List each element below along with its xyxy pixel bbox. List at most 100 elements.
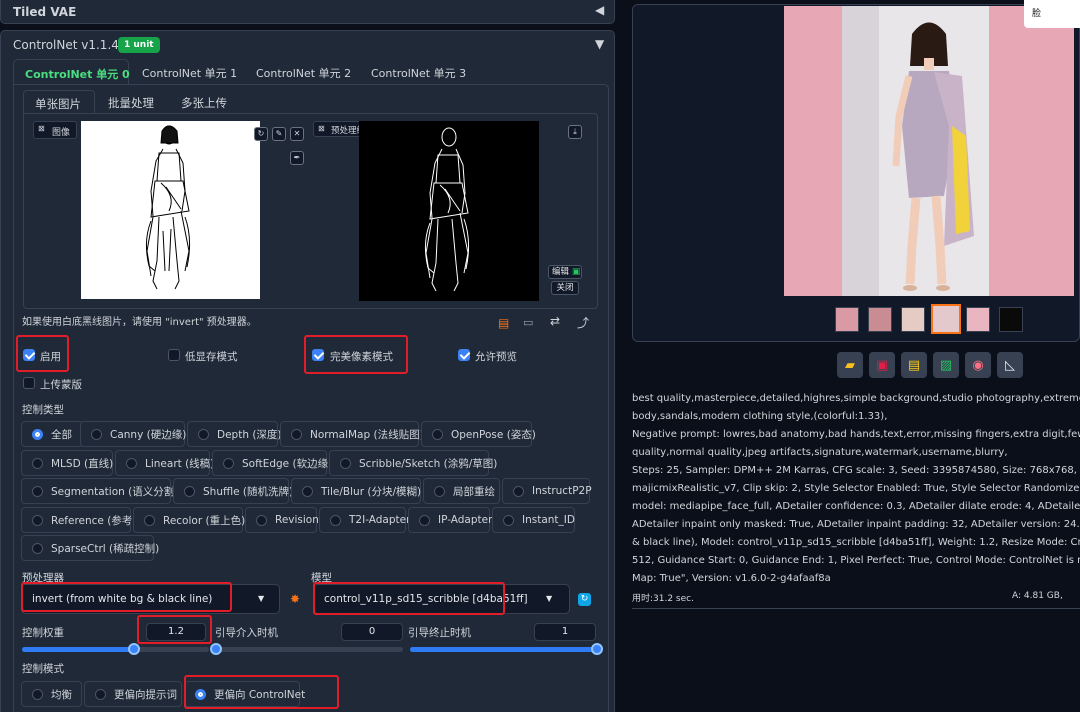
radio-icon	[32, 514, 43, 526]
control-type-normalmap[interactable]: NormalMap (法线贴图)	[280, 421, 424, 447]
control-type-reference[interactable]: Reference (参考)	[21, 507, 136, 533]
triangle-left-icon[interactable]: ◀	[595, 3, 604, 17]
control-type-scribble[interactable]: Scribble/Sketch (涂鸦/草图)	[329, 450, 497, 476]
document-icon[interactable]: ▤	[498, 316, 509, 330]
radio-icon	[291, 428, 302, 440]
archive-icon[interactable]: ▤	[901, 352, 927, 378]
gallery-thumbnail[interactable]	[999, 307, 1023, 332]
floating-popup[interactable]: 脸	[1024, 0, 1080, 28]
run-preprocessor-icon[interactable]: ✸	[290, 592, 300, 606]
refresh-icon[interactable]: ↻	[578, 593, 591, 606]
info-line: majicmixRealistic_v7, Clip skip: 2, Styl…	[632, 483, 1080, 494]
control-type-recolor[interactable]: Recolor (重上色)	[133, 507, 245, 533]
weight-slider-handle[interactable]	[128, 643, 140, 655]
control-type-depth[interactable]: Depth (深度)	[187, 421, 282, 447]
radio-icon	[503, 514, 514, 526]
eraser-icon[interactable]: ✎	[272, 127, 286, 141]
edit-button-label: 编辑	[552, 267, 570, 277]
swap-icon[interactable]: ⇄	[550, 314, 560, 328]
tab-unit-1[interactable]: ControlNet 单元 1	[142, 65, 237, 81]
camera-icon[interactable]: ▭	[523, 316, 533, 329]
control-type-instant-id[interactable]: Instant_ID	[492, 507, 575, 533]
control-type-segmentation-label: Segmentation (语义分割)	[51, 485, 179, 498]
close-preview-button[interactable]: 关闭	[551, 281, 579, 295]
tab-multi-upload[interactable]: 多张上传	[181, 95, 227, 111]
control-type-instructp2p[interactable]: InstructP2P	[502, 478, 592, 504]
tab-unit-0[interactable]: ControlNet 单元 0	[13, 59, 130, 85]
guidance-end-slider-fill	[410, 647, 597, 652]
brush-icon[interactable]: ✒	[290, 151, 304, 165]
control-type-shuffle-label: Shuffle (随机洗牌)	[203, 485, 294, 498]
control-type-t2i-adapter[interactable]: T2I-Adapter	[319, 507, 410, 533]
control-type-sparsectrl[interactable]: SparseCtrl (稀疏控制)	[21, 535, 159, 561]
tab-unit-3[interactable]: ControlNet 单元 3	[371, 65, 466, 81]
control-type-tile[interactable]: Tile/Blur (分块/模糊)	[291, 478, 421, 504]
control-mode-balanced[interactable]: 均衡	[21, 681, 82, 707]
info-line: & black line), Model: control_v11p_sd15_…	[632, 537, 1080, 548]
tab-single-image[interactable]: 单张图片	[23, 90, 95, 114]
control-type-openpose[interactable]: OpenPose (姿态)	[421, 421, 536, 447]
generation-time: 用时:31.2 sec.	[632, 594, 694, 604]
radio-icon	[434, 485, 445, 497]
radio-icon	[144, 514, 155, 526]
tiled-vae-accordion[interactable]: Tiled VAE ◀	[0, 0, 615, 24]
control-type-openpose-label: OpenPose (姿态)	[451, 428, 536, 441]
image-icon: ⊠	[318, 124, 325, 133]
gallery-thumbnail[interactable]	[835, 307, 859, 332]
guidance-end-slider-handle[interactable]	[591, 643, 603, 655]
radio-icon	[302, 485, 313, 497]
edit-button[interactable]: 编辑 ▣	[548, 265, 582, 279]
control-type-softedge[interactable]: SoftEdge (软边缘)	[212, 450, 332, 476]
vram-usage: A: 4.81 GB,	[1012, 591, 1063, 601]
control-type-scribble-label: Scribble/Sketch (涂鸦/草图)	[359, 457, 498, 470]
control-type-inpaint[interactable]: 局部重绘	[423, 478, 500, 504]
gallery-thumbnail-selected[interactable]	[931, 304, 961, 334]
palette-icon[interactable]: ◉	[965, 352, 991, 378]
ruler-icon[interactable]: ◺	[997, 352, 1023, 378]
control-mode-balanced-label: 均衡	[51, 688, 72, 701]
guidance-end-slider[interactable]	[410, 643, 603, 655]
guidance-start-slider[interactable]	[210, 643, 403, 655]
guidance-start-slider-handle[interactable]	[210, 643, 222, 655]
guidance-end-input[interactable]: 1	[534, 623, 596, 641]
control-type-ip-adapter[interactable]: IP-Adapter	[408, 507, 492, 533]
save-icon[interactable]: ▣	[869, 352, 895, 378]
low-vram-checkbox[interactable]	[168, 349, 180, 361]
guidance-start-input[interactable]: 0	[341, 623, 403, 641]
upload-mask-checkbox[interactable]	[23, 377, 35, 389]
control-type-shuffle[interactable]: Shuffle (随机洗牌)	[173, 478, 293, 504]
control-type-segmentation[interactable]: Segmentation (语义分割)	[21, 478, 178, 504]
input-image-label-text: 图像	[52, 128, 71, 138]
control-type-mlsd[interactable]: MLSD (直线)	[21, 450, 113, 476]
generated-image[interactable]	[784, 6, 1074, 296]
allow-preview-checkbox[interactable]	[458, 349, 470, 361]
control-type-revision[interactable]: Recolor (重上色)Revision	[245, 507, 319, 533]
gallery-thumbnail[interactable]	[868, 307, 892, 332]
weight-slider[interactable]	[22, 643, 209, 655]
rotate-icon[interactable]: ↻	[254, 127, 268, 141]
image-icon[interactable]: ▨	[933, 352, 959, 378]
control-type-tile-label: Tile/Blur (分块/模糊)	[321, 485, 422, 498]
gallery-thumbnail[interactable]	[901, 307, 925, 332]
low-vram-label: 低显存模式	[185, 351, 238, 363]
input-sketch-image[interactable]	[81, 121, 260, 299]
close-icon[interactable]: ✕	[290, 127, 304, 141]
control-type-depth-label: Depth (深度)	[217, 428, 282, 441]
tab-batch[interactable]: 批量处理	[108, 95, 154, 111]
radio-icon	[32, 457, 43, 469]
folder-icon[interactable]: ▰	[837, 352, 863, 378]
control-type-all[interactable]: 全部	[21, 421, 84, 447]
control-mode-prompt[interactable]: 更偏向提示词	[84, 681, 182, 707]
sketch-figure	[145, 125, 191, 290]
download-icon[interactable]: ⤓	[568, 125, 582, 139]
control-type-canny[interactable]: Canny (硬边缘)	[80, 421, 186, 447]
control-mode-highlight	[184, 675, 339, 709]
tab-unit-2[interactable]: ControlNet 单元 2	[256, 65, 351, 81]
info-line: Negative prompt: lowres,bad anatomy,bad …	[632, 429, 1080, 440]
radio-icon	[513, 485, 524, 497]
control-type-normalmap-label: NormalMap (法线贴图)	[310, 428, 424, 441]
send-dimensions-icon[interactable]: ⤴	[577, 314, 589, 331]
control-type-lineart[interactable]: Lineart (线稿)	[115, 450, 214, 476]
gallery-thumbnail[interactable]	[966, 307, 990, 332]
triangle-down-icon[interactable]: ▼	[595, 37, 604, 51]
